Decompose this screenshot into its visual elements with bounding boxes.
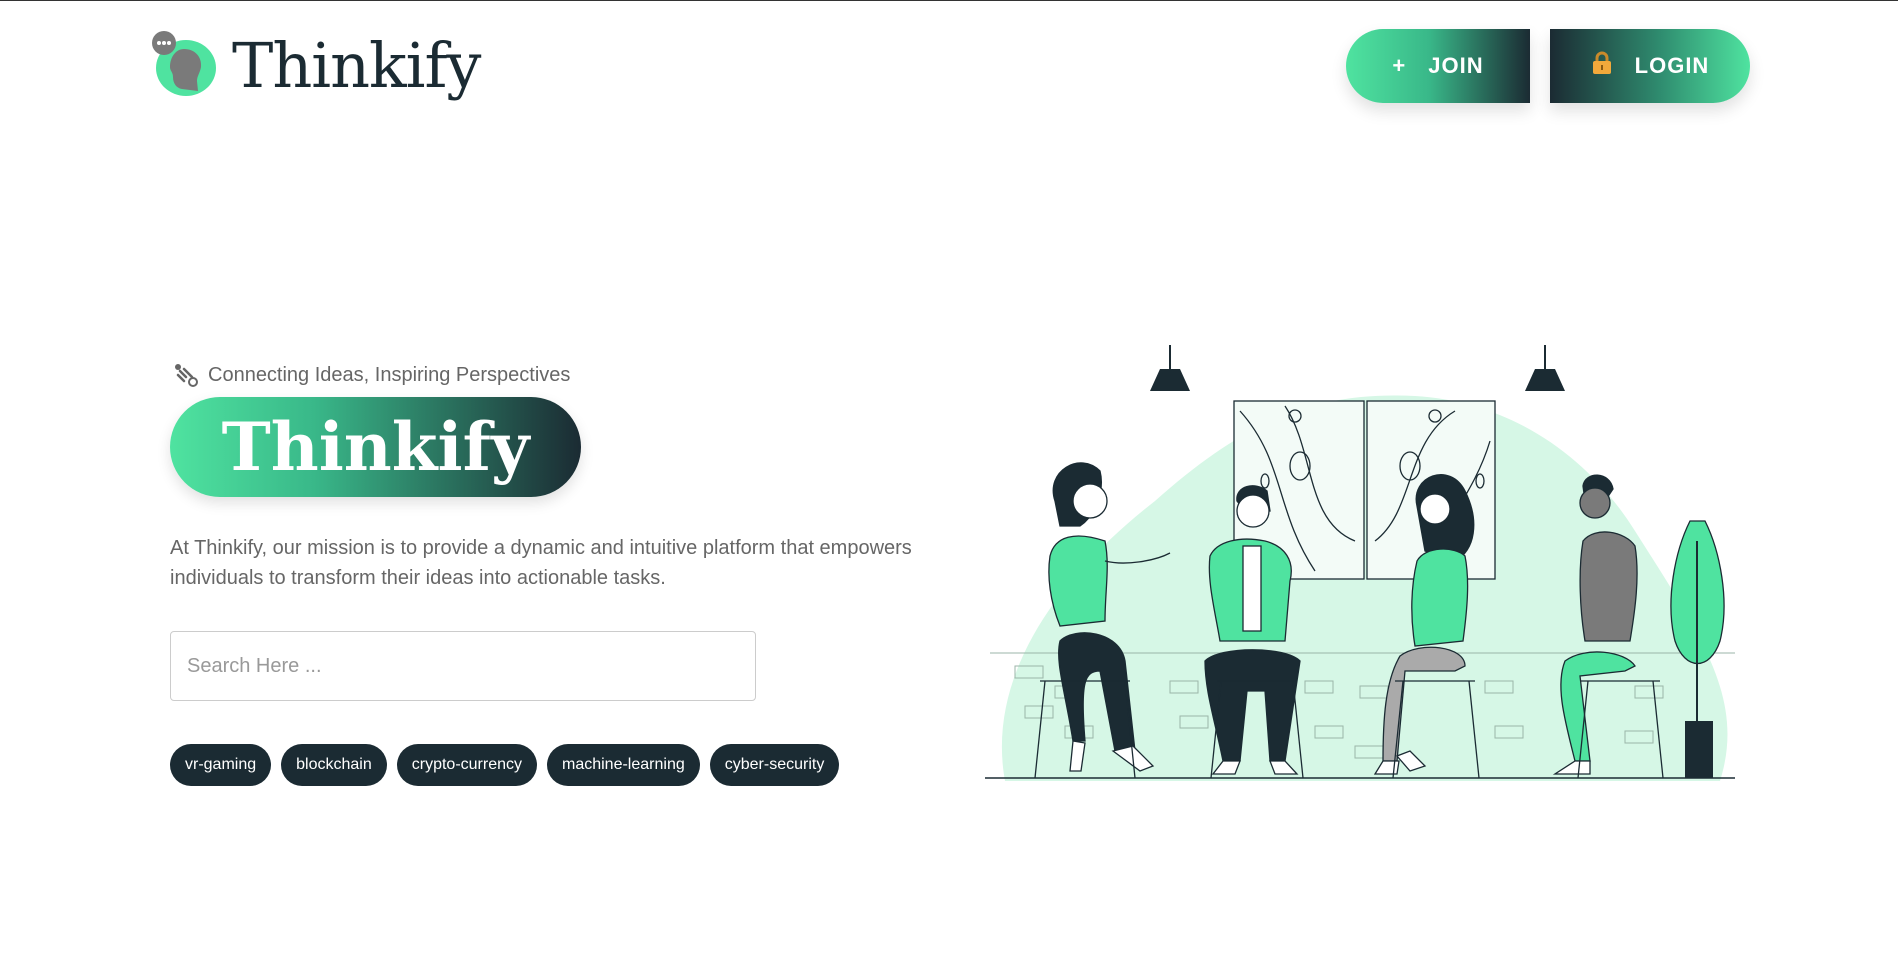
hero-title-pill: Thinkify: [170, 397, 581, 497]
logo-icon: [152, 30, 216, 96]
plus-icon: +: [1392, 53, 1407, 78]
tag-blockchain[interactable]: blockchain: [281, 744, 387, 786]
login-button[interactable]: LOGIN: [1550, 29, 1750, 103]
mission-text: At Thinkify, our mission is to provide a…: [170, 537, 912, 589]
join-button[interactable]: + JOIN: [1346, 29, 1530, 103]
meeting-illustration: [985, 345, 1735, 781]
tag-machine-learning[interactable]: machine-learning: [547, 744, 700, 786]
tagline-text: Connecting Ideas, Inspiring Perspectives: [208, 363, 571, 386]
lock-icon: [1591, 51, 1613, 81]
join-label: JOIN: [1428, 53, 1484, 78]
pendant-lamp: [1150, 345, 1565, 391]
search-input[interactable]: [170, 631, 756, 701]
tag-list: vr-gaming blockchain crypto-currency mac…: [170, 744, 840, 786]
tagline: Connecting Ideas, Inspiring Perspectives: [172, 361, 570, 389]
tag-crypto-currency[interactable]: crypto-currency: [396, 744, 537, 786]
header: Thinkify + JOIN LOGIN: [0, 1, 1898, 121]
login-label: LOGIN: [1634, 53, 1710, 78]
logo-text: Thinkify: [232, 29, 481, 102]
tag-cyber-security[interactable]: cyber-security: [709, 744, 840, 786]
logo[interactable]: Thinkify: [150, 29, 481, 102]
connect-icon: [175, 364, 198, 387]
tag-vr-gaming[interactable]: vr-gaming: [170, 744, 272, 786]
hero-title: Thinkify: [221, 408, 530, 486]
